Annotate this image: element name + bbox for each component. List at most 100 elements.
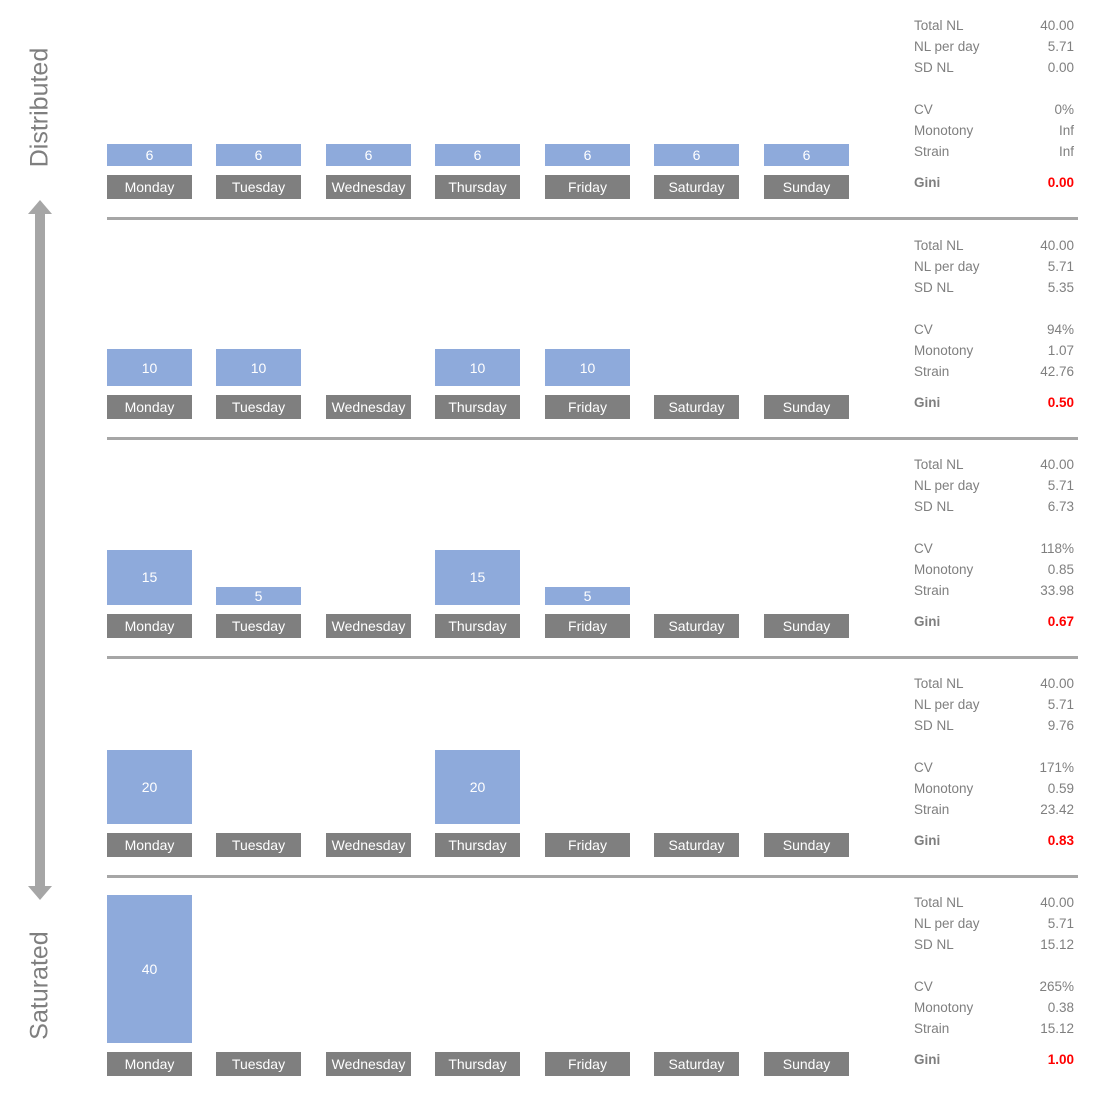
day-label: Wednesday xyxy=(326,833,411,857)
stat-total: Total NL 40.00 xyxy=(914,895,1074,915)
bar-value-label: 10 xyxy=(250,359,267,376)
stat-value: 0.67 xyxy=(1047,614,1074,629)
stat-value: 0.83 xyxy=(1047,833,1074,848)
stat-value: 0% xyxy=(1054,102,1074,117)
stat-cv: CV 171% xyxy=(914,760,1074,780)
bar-value-label: 40 xyxy=(141,961,158,977)
stat-value: 40.00 xyxy=(1040,895,1074,910)
scenario-row: 10 Monday 10 Tuesday Wednesday 10 Thursday 10 Fr… xyxy=(0,220,1100,440)
stat-monotony: Monotony Inf xyxy=(914,123,1074,143)
bar: 5 xyxy=(545,586,630,605)
day-label: Tuesday xyxy=(216,1052,301,1076)
stat-sd: SD NL 0.00 xyxy=(914,60,1074,80)
stat-value: 15.12 xyxy=(1040,937,1074,952)
stat-sd: SD NL 9.76 xyxy=(914,718,1074,738)
scenario-row: 15 Monday 5 Tuesday Wednesday 15 Thursday 5 Frid… xyxy=(0,439,1100,659)
bar: 20 xyxy=(435,750,520,824)
bar-value-label: 6 xyxy=(692,147,701,163)
stat-label: Total NL xyxy=(914,457,964,472)
stat-per-day: NL per day 5.71 xyxy=(914,916,1074,936)
stat-per-day: NL per day 5.71 xyxy=(914,39,1074,59)
stat-value: 40.00 xyxy=(1040,457,1074,472)
stat-value: 0.50 xyxy=(1047,395,1074,410)
stat-gini: Gini 0.50 xyxy=(914,395,1074,415)
stat-label: Gini xyxy=(914,395,941,410)
stat-value: 118% xyxy=(1040,541,1074,556)
day-label: Wednesday xyxy=(326,395,411,419)
stat-label: Strain xyxy=(914,1021,950,1036)
day-label: Friday xyxy=(545,1052,630,1076)
bar-value-label: 5 xyxy=(583,587,592,604)
bar: 10 xyxy=(545,349,630,386)
day-label: Saturday xyxy=(654,833,739,857)
day-label: Thursday xyxy=(435,833,520,857)
stat-value: 0.00 xyxy=(1047,175,1074,190)
bar: 20 xyxy=(107,750,192,824)
bar-value-label: 15 xyxy=(469,569,486,586)
stat-gini: Gini 0.00 xyxy=(914,175,1074,195)
day-label: Monday xyxy=(107,614,192,638)
bar-value-label: 6 xyxy=(583,147,592,163)
stat-value: Inf xyxy=(1058,144,1074,159)
stat-label: Strain xyxy=(914,583,950,598)
bar: 40 xyxy=(107,895,192,1043)
stat-value: 23.42 xyxy=(1040,802,1074,817)
stat-label: SD NL xyxy=(914,280,954,295)
stat-total: Total NL 40.00 xyxy=(914,457,1074,477)
stat-label: Monotony xyxy=(914,562,974,577)
day-label: Sunday xyxy=(764,833,849,857)
stat-value: 40.00 xyxy=(1040,676,1074,691)
stat-value: 5.35 xyxy=(1047,280,1074,295)
bar-value-label: 6 xyxy=(364,147,373,163)
stat-label: Monotony xyxy=(914,123,974,138)
bar: 6 xyxy=(764,144,849,166)
stat-label: NL per day xyxy=(914,39,980,54)
stat-value: 1.00 xyxy=(1047,1052,1074,1067)
day-label: Wednesday xyxy=(326,614,411,638)
stat-cv: CV 0% xyxy=(914,102,1074,122)
stat-value: 5.71 xyxy=(1047,39,1074,54)
stat-value: 40.00 xyxy=(1040,238,1074,253)
day-label: Sunday xyxy=(764,395,849,419)
bar: 10 xyxy=(216,349,301,386)
stat-value: 0.38 xyxy=(1047,1000,1074,1015)
bar-value-label: 20 xyxy=(141,779,158,795)
day-label: Friday xyxy=(545,614,630,638)
bar: 6 xyxy=(107,144,192,166)
stat-label: NL per day xyxy=(914,259,980,274)
stat-label: SD NL xyxy=(914,60,954,75)
stat-label: CV xyxy=(914,322,933,337)
stat-value: 9.76 xyxy=(1047,718,1074,733)
bar-value-label: 5 xyxy=(254,587,263,604)
day-label: Friday xyxy=(545,395,630,419)
day-label: Monday xyxy=(107,175,192,199)
stat-label: Gini xyxy=(914,1052,941,1067)
stat-label: CV xyxy=(914,760,933,775)
bar-value-label: 15 xyxy=(141,569,158,586)
stat-value: 42.76 xyxy=(1040,364,1074,379)
stat-strain: Strain 15.12 xyxy=(914,1021,1074,1041)
stat-label: NL per day xyxy=(914,478,980,493)
stat-sd: SD NL 6.73 xyxy=(914,499,1074,519)
stat-total: Total NL 40.00 xyxy=(914,18,1074,38)
day-label: Monday xyxy=(107,395,192,419)
stat-label: CV xyxy=(914,102,933,117)
day-label: Thursday xyxy=(435,614,520,638)
stat-label: Monotony xyxy=(914,343,974,358)
stat-monotony: Monotony 1.07 xyxy=(914,343,1074,363)
bar-value-label: 10 xyxy=(469,359,486,376)
day-label: Thursday xyxy=(435,175,520,199)
bar-value-label: 6 xyxy=(473,147,482,163)
stat-value: 0.85 xyxy=(1047,562,1074,577)
stat-label: Monotony xyxy=(914,1000,974,1015)
bar: 10 xyxy=(435,349,520,386)
bar-value-label: 6 xyxy=(254,147,263,163)
scenario-row: 20 Monday Tuesday Wednesday 20 Thursday Friday… xyxy=(0,658,1100,878)
bar-value-label: 10 xyxy=(141,359,158,376)
stat-monotony: Monotony 0.85 xyxy=(914,562,1074,582)
stat-label: CV xyxy=(914,541,933,556)
day-label: Wednesday xyxy=(326,1052,411,1076)
stat-label: SD NL xyxy=(914,499,954,514)
day-label: Saturday xyxy=(654,395,739,419)
bar: 6 xyxy=(435,144,520,166)
